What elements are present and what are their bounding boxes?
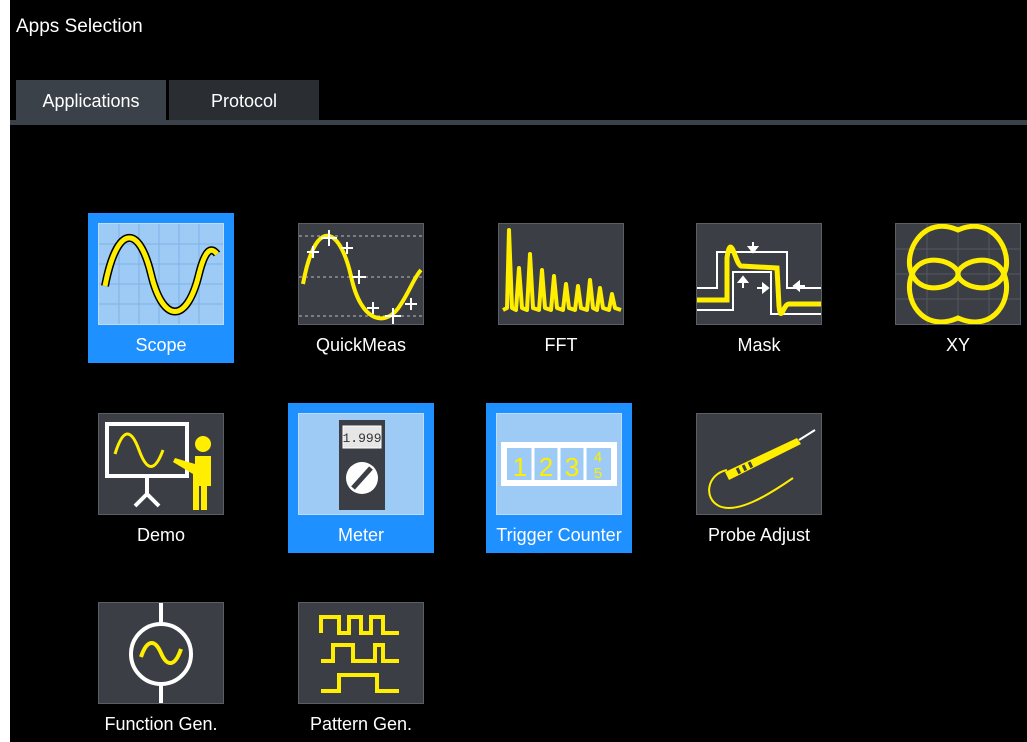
app-tile-pattern-gen[interactable]: Pattern Gen. [288, 592, 434, 742]
scope-icon [98, 223, 224, 325]
fft-icon [498, 223, 624, 325]
pattern-gen-icon [298, 602, 424, 704]
counter-digit: 1 [513, 452, 527, 482]
app-label: Mask [737, 335, 781, 355]
app-tile-mask[interactable]: Mask [686, 213, 832, 363]
app-label: Pattern Gen. [309, 714, 413, 734]
title-bar: Apps Selection [10, 0, 1027, 80]
app-tile-scope[interactable]: Scope [88, 213, 234, 363]
tab-applications[interactable]: Applications [16, 80, 166, 120]
app-label: Trigger Counter [496, 525, 622, 545]
demo-icon [98, 413, 224, 515]
quickmeas-icon [298, 223, 424, 325]
app-tile-probe-adjust[interactable]: Probe Adjust [686, 403, 832, 553]
meter-icon: 1.999 [298, 413, 424, 515]
app-tile-fft[interactable]: FFT [488, 213, 634, 363]
app-tile-quickmeas[interactable]: QuickMeas [288, 213, 434, 363]
app-tile-trigger-counter[interactable]: 1 2 3 4 5 Trigger Counter [486, 403, 632, 553]
app-label: Scope [135, 335, 187, 355]
function-gen-icon [98, 602, 224, 704]
mask-icon [696, 223, 822, 325]
app-label: Meter [337, 525, 384, 545]
counter-digit: 2 [539, 452, 553, 482]
app-tile-function-gen[interactable]: Function Gen. [88, 592, 234, 742]
xy-icon [895, 223, 1021, 325]
counter-digit: 4 [594, 449, 602, 466]
meter-display: 1.999 [342, 431, 381, 446]
app-label: QuickMeas [315, 335, 407, 355]
app-label: Probe Adjust [707, 525, 811, 545]
app-label: Function Gen. [104, 714, 218, 734]
app-label: Demo [136, 525, 185, 545]
app-label: FFT [544, 335, 578, 355]
apps-selection-screen: Apps Selection Applications Protocol Sco… [10, 0, 1027, 742]
app-tile-meter[interactable]: 1.999 Meter [288, 403, 434, 553]
counter-digit: 5 [594, 465, 602, 482]
tab-protocol[interactable]: Protocol [169, 80, 319, 120]
app-tile-demo[interactable]: Demo [88, 403, 234, 553]
app-tile-xy[interactable]: XY [885, 213, 1027, 363]
trigger-counter-icon: 1 2 3 4 5 [496, 413, 622, 515]
window-title: Apps Selection [16, 16, 143, 37]
app-label: XY [945, 335, 970, 355]
tab-underline [10, 120, 1027, 125]
probe-adjust-icon [696, 413, 822, 515]
counter-digit: 3 [565, 452, 579, 482]
